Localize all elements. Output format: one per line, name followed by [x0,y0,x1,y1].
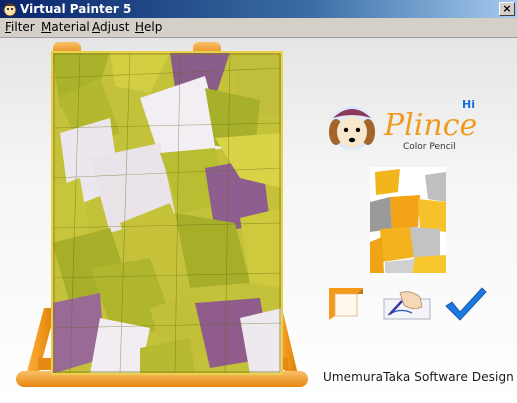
menu-adjust-label: djust [100,20,130,34]
product-name: Plince [384,108,478,143]
menu-filter[interactable]: Filter [5,20,35,35]
menu-help[interactable]: Help [135,20,162,35]
canvas-painting[interactable] [52,52,282,374]
product-subtitle: Color Pencil [403,142,456,152]
menu-adjust[interactable]: Adjust [92,20,130,35]
brand-text: UmemuraTaka Software Design [323,370,514,384]
preview-thumbnail[interactable] [370,167,446,273]
close-button[interactable]: × [499,2,515,16]
hi-badge: Hi [462,98,475,111]
close-icon: × [502,2,512,15]
window-title: Virtual Painter 5 [20,2,132,16]
menu-bar: Filter Material Adjust Help [0,18,517,38]
hand-drawing-icon[interactable] [382,287,434,323]
menu-material[interactable]: Material [41,20,90,35]
menu-help-label: elp [144,20,163,34]
easel [16,42,308,387]
menu-adjust-mnemonic: A [92,20,100,34]
painter-app-icon [3,3,17,17]
menu-material-label: aterial [51,20,90,34]
menu-material-mnemonic: M [41,20,52,34]
dog-mascot-icon [329,106,375,150]
menu-help-mnemonic: H [135,20,145,34]
menu-filter-label: ilter [11,20,35,34]
title-bar: Virtual Painter 5 × [0,0,517,18]
frame-icon[interactable] [327,286,367,322]
checkmark-icon[interactable] [444,286,488,322]
